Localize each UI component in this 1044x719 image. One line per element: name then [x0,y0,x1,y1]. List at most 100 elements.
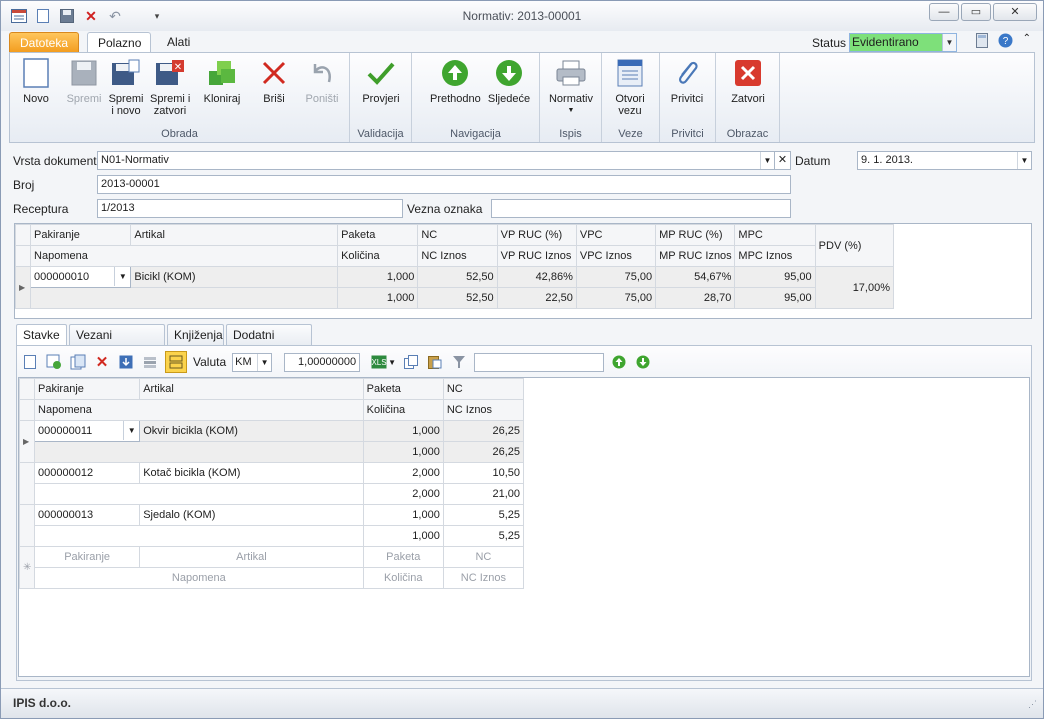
artikal-cell[interactable]: Sjedalo (KOM) [139,504,364,526]
artikal-cell[interactable]: Okvir bicikla (KOM) [139,420,364,442]
nc-iznos-cell[interactable]: 26,25 [442,441,525,463]
col-vpc[interactable]: VPC [575,224,657,246]
napomena-cell[interactable] [30,287,339,309]
nc-cell[interactable]: 10,50 [442,462,525,484]
filter-icon[interactable] [450,353,468,371]
datum-input[interactable]: 9. 1. 2013. ▼ [857,151,1032,170]
col-pakiranje[interactable]: Pakiranje [30,224,132,246]
provjeri-button[interactable]: Provjeri [361,57,401,105]
table-row[interactable]: 1,000 26,25 [20,441,525,463]
tab-dodatni-podaci[interactable]: Dodatni podaci [226,324,312,363]
pakiranje-select[interactable]: 000000010 ▼ [30,266,132,288]
col-napomena[interactable]: Napomena [34,399,364,421]
mp-ruc-iznos-cell[interactable]: 28,70 [655,287,736,309]
vrsta-dokumenta-select[interactable]: N01-Normativ ▼ [97,151,775,170]
status-select[interactable]: Evidentirano ▼ [849,33,957,52]
resize-grip-icon[interactable]: ⋰ [1028,699,1037,710]
tecaj-input[interactable]: 1,00000000 [284,352,361,372]
copy-icon[interactable] [402,353,420,371]
nc-iznos-cell[interactable]: 52,50 [417,287,498,309]
zatvori-button[interactable]: Zatvori [728,57,768,105]
new-nc-cell[interactable]: NC [442,546,525,568]
close-button[interactable]: ✕ [993,3,1037,21]
tab-stavke[interactable]: Stavke [16,324,67,347]
col-vp-ruc-iznos[interactable]: VP RUC Iznos [496,245,577,267]
new-kolicina-cell[interactable]: Količina [362,567,444,589]
new-item-row[interactable]: Napomena Količina NC Iznos [20,567,525,589]
calculator-icon[interactable] [975,33,988,51]
table-row[interactable]: ▶ 000000011 ▼ Okvir bicikla (KOM) 1,000 26,… [18,420,525,463]
chevron-down-icon[interactable]: ▼ [257,353,271,371]
vp-ruc-cell[interactable]: 42,86% [496,266,577,288]
napomena-cell[interactable] [34,525,364,547]
table-row[interactable]: 1,000 5,25 [20,525,525,547]
chevron-down-icon[interactable]: ▼ [1017,152,1031,169]
prethodno-button[interactable]: Prethodno [430,57,481,105]
arrow-up-icon[interactable] [610,353,628,371]
collapse-ribbon-icon[interactable]: ⌃ [1023,33,1031,51]
chevron-down-icon[interactable]: ▼ [388,358,396,367]
col-napomena[interactable]: Napomena [30,245,339,267]
mpc-cell[interactable]: 95,00 [734,266,816,288]
paketa-cell[interactable]: 1,000 [337,266,419,288]
spremi-i-novo-button[interactable]: Spremi i novo [106,57,146,117]
chevron-down-icon[interactable]: ▼ [942,34,956,51]
napomena-cell[interactable] [34,483,364,505]
chevron-down-icon[interactable]: ▼ [760,152,774,169]
tab-polazno[interactable]: Polazno [87,32,151,53]
excel-export-icon[interactable]: XLS [370,353,388,371]
col-mpc[interactable]: MPC [734,224,816,246]
tab-datoteka[interactable]: Datoteka [9,32,80,53]
col-vp-ruc[interactable]: VP RUC (%) [496,224,577,246]
privitci-button[interactable]: Privitci [667,57,707,105]
tab-vezani-dokumenti[interactable]: Vezani dokumenti [69,324,165,363]
delete-row-icon[interactable]: ✕ [93,353,111,371]
col-paketa[interactable]: Paketa [362,378,444,400]
help-icon[interactable]: ? [998,33,1013,51]
paketa-cell[interactable]: 1,000 [362,504,444,526]
table-row[interactable]: ▶ 000000010 ▼ Bicikl (KOM) 1,000 52,50 42,86… [14,266,895,309]
nc-iznos-cell[interactable]: 5,25 [442,525,525,547]
ponisti-button[interactable]: Poništi [302,57,342,105]
paste-icon[interactable] [426,353,444,371]
nc-cell[interactable]: 26,25 [442,420,525,442]
col-mpc-iznos[interactable]: MPC Iznos [734,245,816,267]
kloniraj-button[interactable]: Kloniraj [202,57,242,105]
nc-cell[interactable]: 52,50 [417,266,498,288]
col-nc-iznos[interactable]: NC Iznos [417,245,498,267]
mp-ruc-cell[interactable]: 54,67% [655,266,736,288]
pakiranje-cell[interactable]: 000000013 [34,504,141,526]
pakiranje-cell[interactable]: 000000012 [34,462,141,484]
nc-cell[interactable]: 5,25 [442,504,525,526]
chevron-down-icon[interactable]: ▼ [114,267,129,286]
valuta-select[interactable]: KM ▼ [232,352,273,372]
new-nc-iznos-cell[interactable]: NC Iznos [442,567,525,589]
new-pakiranje-cell[interactable]: Pakiranje [34,546,141,568]
otvori-vezu-button[interactable]: Otvori vezu [610,57,650,117]
import-icon[interactable] [117,353,135,371]
vpc-iznos-cell[interactable]: 75,00 [575,287,657,309]
paketa-cell[interactable]: 1,000 [362,420,444,442]
maximize-button[interactable]: ▭ [961,3,991,21]
kolicina-cell[interactable]: 1,000 [362,525,444,547]
spremi-button[interactable]: Spremi [64,57,104,105]
novo-button[interactable]: Novo [16,57,56,105]
normativ-print-button[interactable]: Normativ ▼ [546,57,596,117]
col-paketa[interactable]: Paketa [337,224,419,246]
vpc-cell[interactable]: 75,00 [575,266,657,288]
col-artikal[interactable]: Artikal [139,378,364,400]
artikal-cell[interactable]: Bicikl (KOM) [130,266,339,288]
table-row[interactable]: 000000012 Kotač bicikla (KOM) 2,000 10,50 [18,462,525,505]
tab-knjizenja[interactable]: Knjiženja [167,324,224,346]
clear-vrsta-button[interactable]: ✕ [774,151,791,170]
new-paketa-cell[interactable]: Paketa [362,546,444,568]
vp-ruc-iznos-cell[interactable]: 22,50 [496,287,577,309]
pdv-cell[interactable]: 17,00% [814,266,895,309]
napomena-cell[interactable] [34,441,364,463]
new-napomena-cell[interactable]: Napomena [34,567,364,589]
col-kolicina[interactable]: Količina [362,399,444,421]
receptura-input[interactable]: 1/2013 [97,199,403,218]
copy-row-icon[interactable] [69,353,87,371]
table-row[interactable]: 000000013 Sjedalo (KOM) 1,000 5,25 [18,504,525,547]
mpc-iznos-cell[interactable]: 95,00 [734,287,816,309]
